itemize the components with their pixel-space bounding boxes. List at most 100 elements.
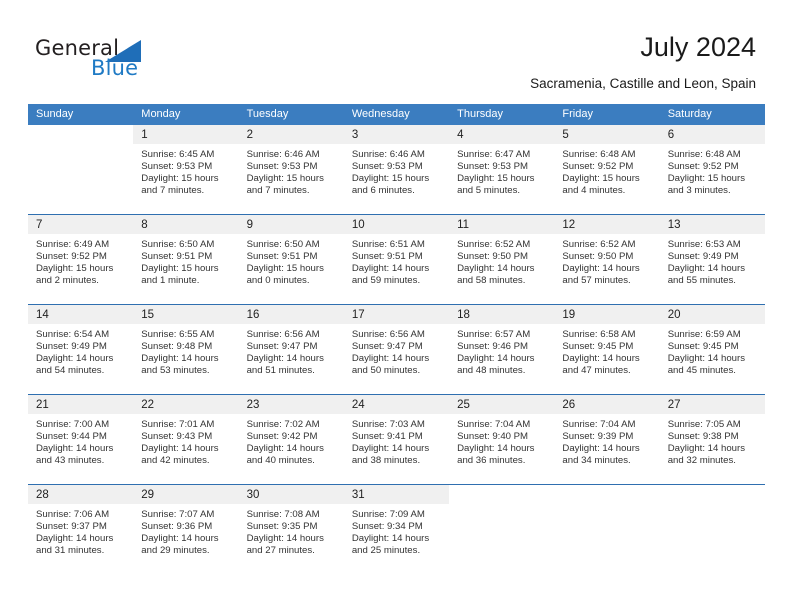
day-details: Sunrise: 6:45 AM Sunset: 9:53 PM Daylight:… <box>133 144 238 214</box>
calendar-day-cell[interactable]: 6 Sunrise: 6:48 AM Sunset: 9:52 PM Daylight… <box>659 125 765 214</box>
day-details: Sunrise: 7:00 AM Sunset: 9:44 PM Daylight:… <box>28 414 133 484</box>
calendar-week-row: 14 Sunrise: 6:54 AM Sunset: 9:49 PM Dayligh… <box>28 304 765 394</box>
day-number: 8 <box>141 219 148 231</box>
general-blue-logo[interactable]: General Blue <box>35 36 165 84</box>
calendar-day-cell[interactable]: 14 Sunrise: 6:54 AM Sunset: 9:49 PM Dayligh… <box>28 305 134 394</box>
day-number: 25 <box>457 399 470 411</box>
sunrise-line: Sunrise: 7:05 AM <box>667 419 741 430</box>
calendar-day-cell[interactable]: 4 Sunrise: 6:47 AM Sunset: 9:53 PM Daylight… <box>449 125 555 214</box>
calendar-day-cell[interactable]: 16 Sunrise: 6:56 AM Sunset: 9:47 PM Dayligh… <box>238 305 344 394</box>
date-band <box>449 485 555 504</box>
calendar-day-cell[interactable]: 25 Sunrise: 7:04 AM Sunset: 9:40 PM Dayligh… <box>449 395 555 484</box>
weekday-header-monday: Monday <box>141 108 181 120</box>
sunrise-line: Sunrise: 6:51 AM <box>351 239 425 250</box>
weekday-header-saturday: Saturday <box>667 108 712 120</box>
day-number: 28 <box>36 489 49 501</box>
sunrise-line: Sunrise: 6:46 AM <box>246 149 320 160</box>
calendar-day-cell[interactable]: 24 Sunrise: 7:03 AM Sunset: 9:41 PM Dayligh… <box>343 395 450 484</box>
sunset-line: Sunset: 9:42 PM <box>246 430 318 442</box>
day-details: Sunrise: 6:50 AM Sunset: 9:51 PM Daylight:… <box>239 234 344 304</box>
date-band: 15 <box>133 305 239 324</box>
calendar-day-cell[interactable]: 21 Sunrise: 7:00 AM Sunset: 9:44 PM Dayligh… <box>28 395 134 484</box>
daylight-line-2: and 59 minutes. <box>351 274 421 286</box>
calendar-day-cell[interactable]: 23 Sunrise: 7:02 AM Sunset: 9:42 PM Dayligh… <box>238 395 344 484</box>
sunset-line: Sunset: 9:51 PM <box>351 250 423 262</box>
daylight-line-1: Daylight: 14 hours <box>36 442 114 454</box>
day-number: 9 <box>246 219 253 231</box>
day-number: 20 <box>667 309 681 321</box>
date-band: 1 <box>133 125 239 144</box>
calendar-day-cell[interactable]: 13 Sunrise: 6:53 AM Sunset: 9:49 PM Dayligh… <box>659 215 765 304</box>
day-number: 15 <box>141 309 155 321</box>
calendar-day-cell[interactable]: 31 Sunrise: 7:09 AM Sunset: 9:34 PM Dayligh… <box>343 485 450 574</box>
day-details: Sunrise: 7:05 AM Sunset: 9:38 PM Daylight:… <box>660 414 765 484</box>
date-band: 17 <box>343 305 450 324</box>
sunrise-line: Sunrise: 6:45 AM <box>141 149 215 160</box>
calendar-day-cell[interactable]: 17 Sunrise: 6:56 AM Sunset: 9:47 PM Dayligh… <box>343 305 450 394</box>
date-band: 28 <box>28 485 134 504</box>
daylight-line-2: and 6 minutes. <box>351 184 415 196</box>
day-details: Sunrise: 6:54 AM Sunset: 9:49 PM Daylight:… <box>28 324 133 394</box>
sunrise-line: Sunrise: 6:53 AM <box>667 239 741 250</box>
calendar-week-row: 7 Sunrise: 6:49 AM Sunset: 9:52 PM Daylight… <box>28 214 765 304</box>
sunset-line: Sunset: 9:48 PM <box>141 340 213 352</box>
calendar-day-cell[interactable]: 12 Sunrise: 6:52 AM Sunset: 9:50 PM Dayligh… <box>554 215 660 304</box>
sunrise-line: Sunrise: 6:46 AM <box>351 149 425 160</box>
day-number: 17 <box>351 309 365 321</box>
calendar-day-cell[interactable]: 22 Sunrise: 7:01 AM Sunset: 9:43 PM Dayligh… <box>133 395 239 484</box>
daylight-line-2: and 38 minutes. <box>351 454 421 466</box>
day-number: 10 <box>351 219 365 231</box>
daylight-line-2: and 7 minutes. <box>141 184 205 196</box>
daylight-line-2: and 5 minutes. <box>457 184 521 196</box>
day-number: 12 <box>562 219 576 231</box>
calendar-day-cell[interactable]: 5 Sunrise: 6:48 AM Sunset: 9:52 PM Daylight… <box>554 125 660 214</box>
day-details: Sunrise: 6:50 AM Sunset: 9:51 PM Daylight:… <box>133 234 238 304</box>
sunset-line: Sunset: 9:44 PM <box>36 430 107 442</box>
calendar-day-cell[interactable]: 28 Sunrise: 7:06 AM Sunset: 9:37 PM Dayligh… <box>28 485 134 574</box>
day-details: Sunrise: 6:56 AM Sunset: 9:47 PM Daylight:… <box>239 324 344 394</box>
calendar-day-cell[interactable]: 1 Sunrise: 6:45 AM Sunset: 9:53 PM Daylight… <box>133 125 239 214</box>
sunset-line: Sunset: 9:45 PM <box>667 340 739 352</box>
day-details: Sunrise: 6:53 AM Sunset: 9:49 PM Daylight:… <box>660 234 765 304</box>
calendar-day-cell[interactable]: 20 Sunrise: 6:59 AM Sunset: 9:45 PM Dayligh… <box>659 305 765 394</box>
sunrise-line: Sunrise: 6:57 AM <box>457 329 531 340</box>
calendar-day-cell[interactable]: 7 Sunrise: 6:49 AM Sunset: 9:52 PM Daylight… <box>28 215 134 304</box>
date-band: 19 <box>554 305 660 324</box>
sunset-line: Sunset: 9:51 PM <box>141 250 213 262</box>
sunset-line: Sunset: 9:38 PM <box>667 430 739 442</box>
day-details: Sunrise: 6:55 AM Sunset: 9:48 PM Daylight:… <box>133 324 238 394</box>
calendar-day-cell[interactable]: 3 Sunrise: 6:46 AM Sunset: 9:53 PM Daylight… <box>343 125 450 214</box>
calendar-day-cell[interactable]: 18 Sunrise: 6:57 AM Sunset: 9:46 PM Dayligh… <box>449 305 555 394</box>
date-band: 8 <box>133 215 239 234</box>
day-details <box>449 504 554 574</box>
calendar-day-cell[interactable]: 26 Sunrise: 7:04 AM Sunset: 9:39 PM Dayligh… <box>554 395 660 484</box>
sunset-line: Sunset: 9:50 PM <box>457 250 529 262</box>
calendar-day-cell[interactable]: 11 Sunrise: 6:52 AM Sunset: 9:50 PM Dayligh… <box>449 215 555 304</box>
calendar-day-cell[interactable]: 8 Sunrise: 6:50 AM Sunset: 9:51 PM Daylight… <box>133 215 239 304</box>
date-band: 14 <box>28 305 134 324</box>
daylight-line-2: and 25 minutes. <box>351 544 421 556</box>
daylight-line-2: and 2 minutes. <box>36 274 99 286</box>
weekday-header-row: Sunday Monday Tuesday Wednesday Thursday Frid… <box>28 104 765 125</box>
calendar-day-cell[interactable]: 19 Sunrise: 6:58 AM Sunset: 9:45 PM Dayligh… <box>554 305 660 394</box>
sunrise-line: Sunrise: 7:07 AM <box>141 509 215 520</box>
day-number: 29 <box>141 489 155 501</box>
daylight-line-2: and 31 minutes. <box>36 544 105 556</box>
sunset-line: Sunset: 9:36 PM <box>141 520 213 532</box>
daylight-line-1: Daylight: 14 hours <box>246 532 324 544</box>
calendar-day-cell[interactable]: 10 Sunrise: 6:51 AM Sunset: 9:51 PM Dayligh… <box>343 215 450 304</box>
calendar-day-cell[interactable]: 27 Sunrise: 7:05 AM Sunset: 9:38 PM Dayligh… <box>659 395 765 484</box>
calendar-week-row: 28 Sunrise: 7:06 AM Sunset: 9:37 PM Dayligh… <box>28 484 765 574</box>
daylight-line-1: Daylight: 14 hours <box>36 532 114 544</box>
calendar-day-cell[interactable]: 15 Sunrise: 6:55 AM Sunset: 9:48 PM Dayligh… <box>133 305 239 394</box>
calendar-day-cell[interactable]: 2 Sunrise: 6:46 AM Sunset: 9:53 PM Daylight… <box>238 125 344 214</box>
daylight-line-1: Daylight: 14 hours <box>667 352 746 364</box>
day-number: 6 <box>667 129 675 141</box>
calendar-day-cell[interactable]: 30 Sunrise: 7:08 AM Sunset: 9:35 PM Dayligh… <box>238 485 344 574</box>
calendar-day-cell[interactable]: 9 Sunrise: 6:50 AM Sunset: 9:51 PM Daylight… <box>238 215 344 304</box>
calendar-day-cell-empty <box>554 485 660 574</box>
sunrise-line: Sunrise: 6:48 AM <box>667 149 741 160</box>
calendar-day-cell[interactable]: 29 Sunrise: 7:07 AM Sunset: 9:36 PM Dayligh… <box>133 485 239 574</box>
date-band: 22 <box>133 395 239 414</box>
daylight-line-2: and 50 minutes. <box>351 364 421 376</box>
